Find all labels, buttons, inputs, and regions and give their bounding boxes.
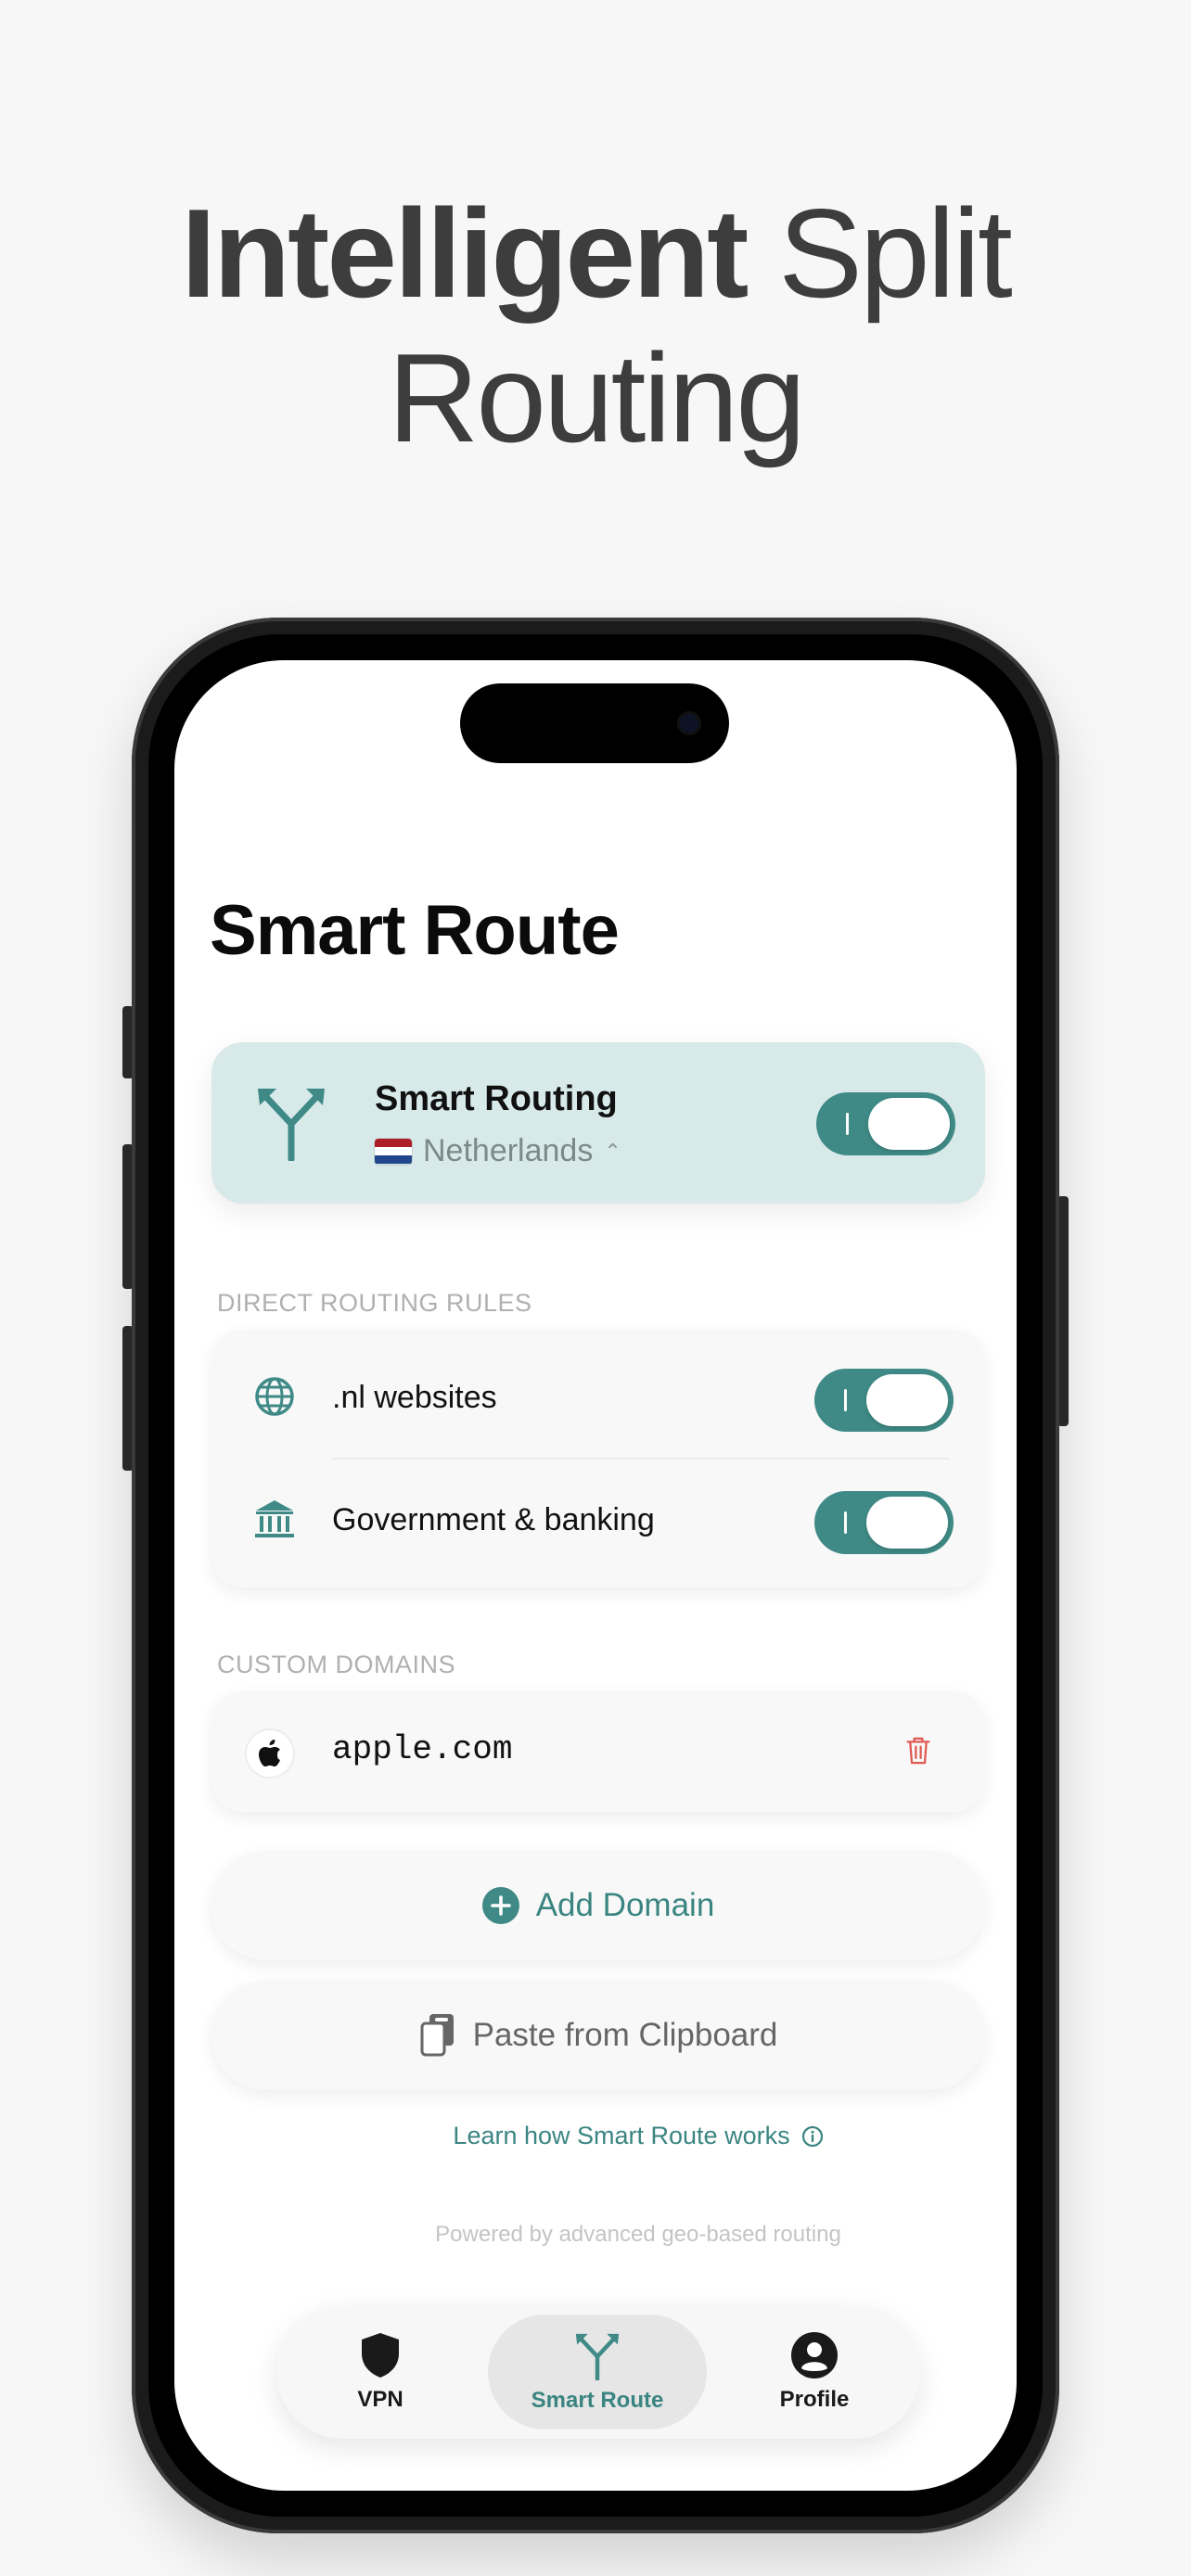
country-label: Netherlands — [423, 1133, 594, 1168]
headline-light-2: Routing — [388, 327, 806, 468]
apple-icon — [247, 1730, 293, 1777]
info-icon — [801, 2125, 823, 2147]
add-domain-button[interactable]: Add Domain — [211, 1851, 985, 1960]
rule-label-gov: Government & banking — [332, 1502, 655, 1537]
dynamic-island — [460, 683, 729, 763]
learn-link-text: Learn how Smart Route works — [453, 2122, 790, 2149]
headline-bold: Intelligent — [181, 183, 749, 324]
split-route-icon — [575, 2333, 620, 2380]
tab-profile-label: Profile — [779, 2387, 850, 2412]
smart-routing-toggle[interactable] — [816, 1092, 955, 1155]
trash-icon[interactable] — [905, 1736, 931, 1766]
chevron-updown-icon: ⌃ — [604, 1139, 621, 1163]
rule-toggle-nl[interactable] — [814, 1369, 954, 1432]
powered-by-text: Powered by advanced geo-based routing — [435, 2222, 841, 2247]
plus-circle-icon — [481, 1887, 519, 1924]
person-icon — [791, 2332, 838, 2378]
netherlands-flag-icon — [375, 1138, 412, 1165]
tab-smart-route[interactable]: Smart Route — [488, 2315, 707, 2429]
direct-rules-group: .nl websites Government & banking — [211, 1330, 985, 1588]
tab-bar: VPN Smart Route Profile — [276, 2305, 920, 2439]
tab-profile[interactable]: Profile — [722, 2315, 907, 2429]
phone-frame: Smart Route Smart Routing Netherlands ⌃ … — [132, 618, 1059, 2533]
smart-routing-title: Smart Routing — [375, 1079, 618, 1118]
rule-toggle-gov[interactable] — [814, 1491, 954, 1554]
bank-icon — [255, 1500, 294, 1537]
add-domain-label: Add Domain — [535, 1887, 715, 1923]
shield-icon — [362, 2333, 399, 2378]
custom-domains-header: CUSTOM DOMAINS — [217, 1651, 456, 1678]
domain-text: apple.com — [332, 1730, 513, 1768]
country-selector[interactable]: Netherlands ⌃ — [375, 1133, 621, 1169]
learn-link[interactable]: Learn how Smart Route works — [174, 2122, 1017, 2150]
app-screen: Smart Route Smart Routing Netherlands ⌃ … — [174, 660, 1017, 2491]
paste-clipboard-button[interactable]: Paste from Clipboard — [211, 1981, 985, 2090]
split-route-icon — [258, 1089, 325, 1161]
smart-routing-card[interactable]: Smart Routing Netherlands ⌃ — [211, 1042, 985, 1204]
paste-label: Paste from Clipboard — [472, 2017, 778, 2053]
custom-domain-row[interactable]: apple.com — [211, 1691, 985, 1812]
tab-smart-route-label: Smart Route — [531, 2388, 664, 2413]
camera-icon — [677, 711, 701, 735]
rule-label-nl: .nl websites — [332, 1380, 497, 1415]
headline-light-1: Split — [778, 183, 1013, 324]
headline: Intelligent Split Routing — [0, 181, 1191, 470]
tab-vpn[interactable]: VPN — [288, 2315, 473, 2429]
tab-vpn-label: VPN — [357, 2387, 403, 2412]
divider — [332, 1458, 950, 1460]
globe-icon — [255, 1377, 294, 1416]
direct-rules-header: DIRECT ROUTING RULES — [217, 1289, 532, 1317]
page-title: Smart Route — [210, 891, 620, 970]
clipboard-icon — [420, 2014, 454, 2057]
